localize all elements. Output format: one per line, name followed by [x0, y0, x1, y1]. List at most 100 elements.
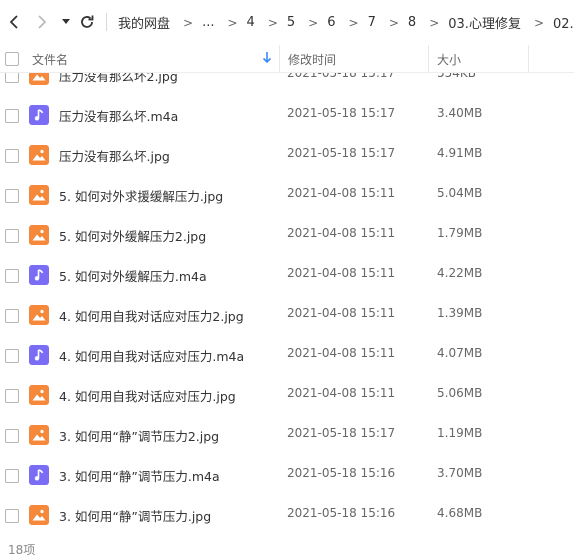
image-file-icon [29, 305, 49, 325]
file-name[interactable]: 3. 如何用“静”调节压力2.jpg [59, 426, 219, 445]
chevron-left-icon [9, 15, 18, 29]
breadcrumb-separator-icon: > [388, 15, 399, 30]
select-all-checkbox[interactable] [5, 52, 19, 66]
file-size: 5.04MB [437, 186, 483, 200]
row-checkbox[interactable] [5, 109, 19, 123]
breadcrumb-separator-icon: > [533, 15, 545, 30]
file-row[interactable]: 5. 如何对外求援缓解压力.jpg 2021-04-08 15:11 5.04MB [0, 175, 574, 215]
chevron-right-icon [38, 15, 47, 29]
row-checkbox[interactable] [5, 269, 19, 283]
file-modified-time: 2021-05-18 15:16 [287, 466, 396, 480]
file-modified-time: 2021-04-08 15:11 [287, 386, 396, 400]
image-file-icon [29, 505, 49, 525]
file-row[interactable]: 5. 如何对外缓解压力.m4a 2021-04-08 15:11 4.22MB [0, 255, 574, 295]
image-file-icon [29, 145, 49, 165]
file-size: 4.68MB [437, 506, 483, 520]
file-modified-time: 2021-05-18 15:17 [287, 146, 396, 160]
audio-file-icon [29, 465, 49, 485]
breadcrumb-item[interactable]: 4 [247, 15, 255, 30]
list-header: 文件名 修改时间 大小 [0, 45, 574, 73]
file-modified-time: 2021-05-18 15:16 [287, 506, 396, 520]
file-row[interactable]: 压力没有那么坏.jpg 2021-05-18 15:17 4.91MB [0, 135, 574, 175]
file-size: 3.70MB [437, 466, 483, 480]
refresh-button[interactable] [78, 10, 96, 34]
file-name[interactable]: 压力没有那么坏.jpg [59, 146, 170, 165]
image-file-icon [29, 425, 49, 445]
breadcrumb-separator-icon: > [227, 15, 238, 30]
column-header-name[interactable]: 文件名 [32, 51, 68, 68]
file-row[interactable]: 3. 如何用“静”调节压力2.jpg 2021-05-18 15:17 1.19MB [0, 415, 574, 455]
refresh-icon [81, 15, 94, 28]
file-modified-time: 2021-04-08 15:11 [287, 186, 396, 200]
row-checkbox[interactable] [5, 469, 19, 483]
file-name[interactable]: 4. 如何用自我对话应对压力2.jpg [59, 306, 244, 325]
image-file-icon [29, 185, 49, 205]
row-checkbox[interactable] [5, 189, 19, 203]
image-file-icon [29, 225, 49, 245]
file-size: 1.39MB [437, 306, 483, 320]
file-row[interactable]: 4. 如何用自我对话应对压力.jpg 2021-04-08 15:11 5.06MB [0, 375, 574, 415]
file-name[interactable]: 4. 如何用自我对话应对压力.jpg [59, 386, 236, 405]
item-count: 18项 [8, 543, 36, 557]
file-modified-time: 2021-04-08 15:11 [287, 266, 396, 280]
breadcrumb-separator-icon: > [183, 15, 194, 30]
file-modified-time: 2021-04-08 15:11 [287, 346, 396, 360]
audio-file-icon [29, 345, 49, 365]
file-name[interactable]: 5. 如何对外缓解压力2.jpg [59, 226, 206, 245]
breadcrumb: 我的网盘 >... >4 >5 >6 >7 >8 >03.心理修复 >02.怎样成为 [118, 13, 574, 32]
file-name[interactable]: 压力没有那么坏.m4a [59, 106, 178, 125]
file-name[interactable]: 5. 如何对外缓解压力.m4a [59, 266, 207, 285]
row-checkbox[interactable] [5, 349, 19, 363]
file-modified-time: 2021-04-08 15:11 [287, 226, 396, 240]
file-row[interactable]: 5. 如何对外缓解压力2.jpg 2021-04-08 15:11 1.79MB [0, 215, 574, 255]
column-divider[interactable] [428, 45, 429, 72]
row-checkbox[interactable] [5, 309, 19, 323]
caret-down-icon [62, 19, 70, 24]
file-name[interactable]: 3. 如何用“静”调节压力.jpg [59, 506, 211, 525]
column-header-size[interactable]: 大小 [437, 51, 461, 68]
file-name[interactable]: 4. 如何用自我对话应对压力.m4a [59, 346, 244, 365]
file-size: 4.22MB [437, 266, 483, 280]
column-divider[interactable] [528, 45, 529, 72]
row-checkbox[interactable] [5, 509, 19, 523]
toolbar-divider [106, 13, 107, 31]
file-modified-time: 2021-04-08 15:11 [287, 306, 396, 320]
file-size: 1.19MB [437, 426, 483, 440]
breadcrumb-separator-icon: > [267, 15, 278, 30]
file-size: 3.40MB [437, 106, 483, 120]
column-divider[interactable] [279, 45, 280, 72]
row-checkbox[interactable] [5, 389, 19, 403]
sort-arrow-down-icon[interactable] [262, 52, 272, 64]
file-row[interactable]: 压力没有那么坏.m4a 2021-05-18 15:17 3.40MB [0, 95, 574, 135]
file-name[interactable]: 3. 如何用“静”调节压力.m4a [59, 466, 220, 485]
file-name[interactable]: 5. 如何对外求援缓解压力.jpg [59, 186, 223, 205]
breadcrumb-item[interactable]: 5 [287, 15, 295, 30]
row-checkbox[interactable] [5, 149, 19, 163]
row-checkbox[interactable] [5, 229, 19, 243]
file-size: 1.79MB [437, 226, 483, 240]
breadcrumb-separator-icon: > [429, 15, 440, 30]
file-modified-time: 2021-05-18 15:17 [287, 106, 396, 120]
file-size: 4.07MB [437, 346, 483, 360]
breadcrumb-item[interactable]: 03.心理修复 [448, 13, 521, 32]
file-row[interactable]: 4. 如何用自我对话应对压力.m4a 2021-04-08 15:11 4.07MB [0, 335, 574, 375]
breadcrumb-item[interactable]: 6 [327, 15, 335, 30]
breadcrumb-item[interactable]: 8 [408, 15, 416, 30]
row-checkbox[interactable] [5, 429, 19, 443]
column-header-date[interactable]: 修改时间 [288, 51, 336, 68]
breadcrumb-item[interactable]: 我的网盘 [118, 13, 170, 32]
toolbar: 我的网盘 >... >4 >5 >6 >7 >8 >03.心理修复 >02.怎样成为 [0, 0, 574, 44]
back-button[interactable] [6, 10, 22, 34]
file-size: 5.06MB [437, 386, 483, 400]
breadcrumb-item[interactable]: ... [202, 15, 214, 30]
file-row[interactable]: 3. 如何用“静”调节压力.m4a 2021-05-18 15:16 3.70MB [0, 455, 574, 495]
image-file-icon [29, 385, 49, 405]
file-row[interactable]: 4. 如何用自我对话应对压力2.jpg 2021-04-08 15:11 1.39M… [0, 295, 574, 335]
file-row[interactable]: 3. 如何用“静”调节压力.jpg 2021-05-18 15:16 4.68MB [0, 495, 574, 533]
file-size: 4.91MB [437, 146, 483, 160]
breadcrumb-item[interactable]: 02.怎样成为 [553, 13, 574, 32]
history-dropdown-button[interactable] [60, 10, 72, 34]
breadcrumb-item[interactable]: 7 [368, 15, 376, 30]
audio-file-icon [29, 105, 49, 125]
forward-button[interactable] [34, 10, 50, 34]
